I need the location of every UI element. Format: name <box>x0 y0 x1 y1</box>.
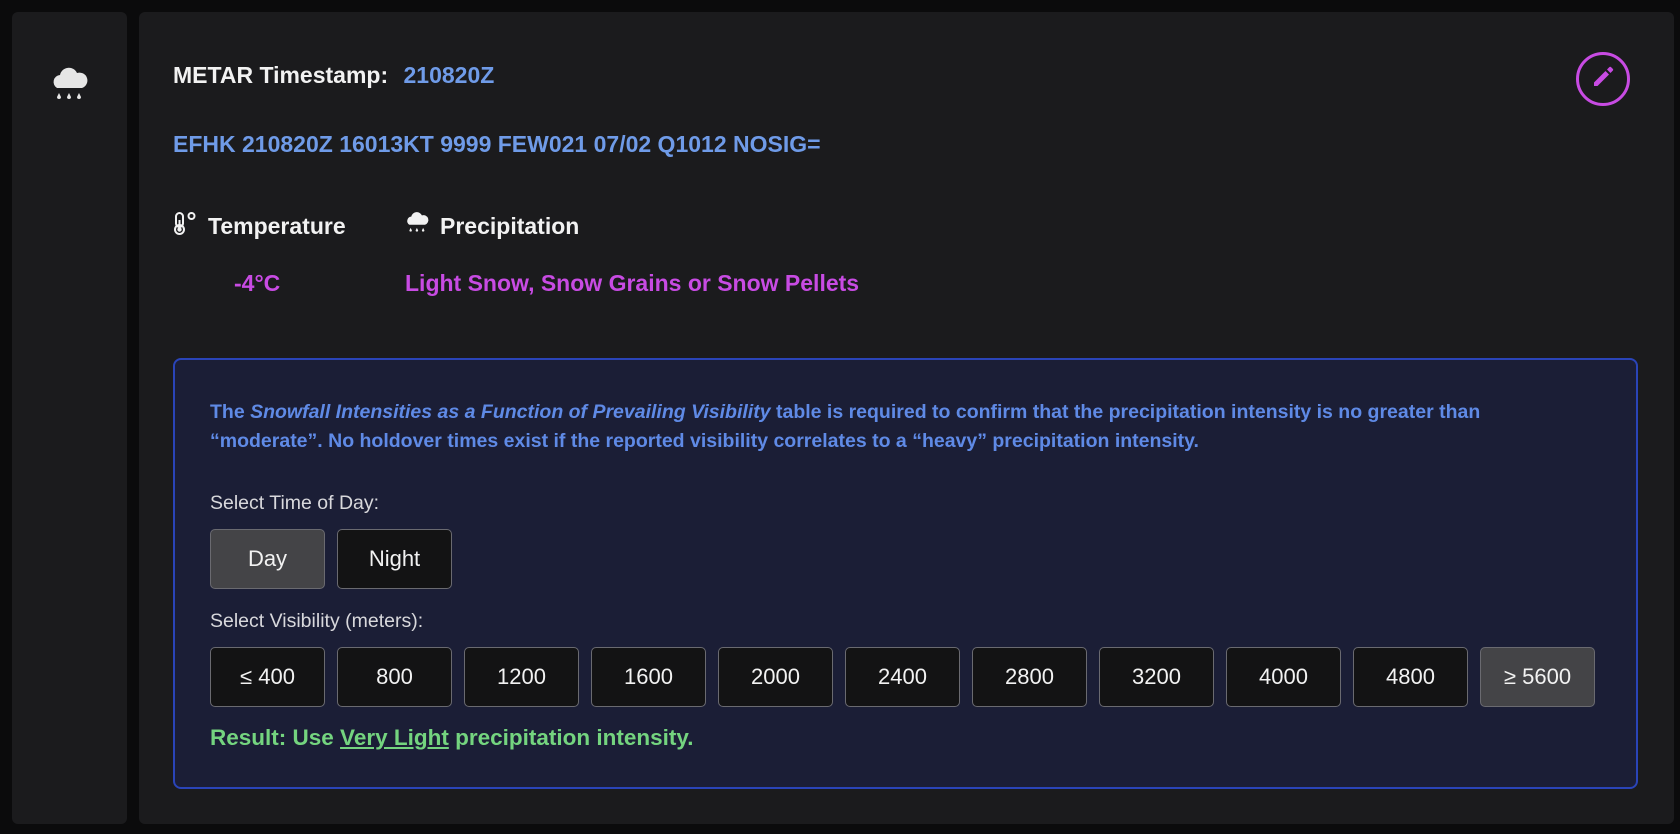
visibility-option-button[interactable]: 2000 <box>718 647 833 707</box>
temperature-label: Temperature <box>208 213 346 239</box>
visibility-option-button[interactable]: 3200 <box>1099 647 1214 707</box>
visibility-option-button[interactable]: 2400 <box>845 647 960 707</box>
result-prefix: Result: Use <box>210 725 341 750</box>
timestamp-value: 210820Z <box>403 62 495 88</box>
notice-table-name: Snowfall Intensities as a Function of Pr… <box>250 401 771 423</box>
visibility-option-button[interactable]: ≤ 400 <box>210 647 325 707</box>
visibility-option-button[interactable]: 1200 <box>464 647 579 707</box>
visibility-option-button[interactable]: 1600 <box>591 647 706 707</box>
time-of-day-option-button[interactable]: Day <box>210 529 325 589</box>
temperature-value: -4°C <box>234 270 281 296</box>
metar-panel: METAR Timestamp: 210820Z EFHK 210820Z 16… <box>139 12 1674 824</box>
visibility-option-button[interactable]: 4800 <box>1353 647 1468 707</box>
edit-button[interactable] <box>1576 52 1630 106</box>
time-of-day-label: Select Time of Day: <box>210 492 380 514</box>
result-suffix: precipitation intensity. <box>448 725 694 750</box>
metar-text: EFHK 210820Z 16013KT 9999 FEW021 07/02 Q… <box>173 131 821 157</box>
metar-timestamp-row: METAR Timestamp: 210820Z <box>173 62 494 89</box>
result-intensity: Very Light <box>340 725 449 750</box>
time-of-day-option-button[interactable]: Night <box>337 529 452 589</box>
visibility-option-button[interactable]: 800 <box>337 647 452 707</box>
visibility-option-button[interactable]: 4000 <box>1226 647 1341 707</box>
precipitation-value: Light Snow, Snow Grains or Snow Pellets <box>405 270 860 296</box>
notice-prefix: The <box>210 401 251 423</box>
visibility-option-button[interactable]: 2800 <box>972 647 1087 707</box>
thermometer-icon <box>173 211 208 242</box>
result-text: Result: Use Very Light precipitation int… <box>210 725 693 751</box>
cloud-rain-icon[interactable] <box>50 66 90 106</box>
snowfall-table-notice: The Snowfall Intensities as a Function o… <box>210 398 1540 456</box>
visibility-label: Select Visibility (meters): <box>210 610 424 632</box>
visibility-option-button[interactable]: ≥ 5600 <box>1480 647 1595 707</box>
cloud-rain-icon <box>405 211 440 242</box>
pencil-icon <box>1590 64 1616 95</box>
precipitation-heading: Precipitation <box>405 211 579 242</box>
sidebar <box>12 12 127 824</box>
timestamp-label: METAR Timestamp: <box>173 62 389 88</box>
snowfall-intensity-box: The Snowfall Intensities as a Function o… <box>173 358 1638 789</box>
temperature-heading: Temperature <box>173 211 346 242</box>
precipitation-label: Precipitation <box>440 213 580 239</box>
